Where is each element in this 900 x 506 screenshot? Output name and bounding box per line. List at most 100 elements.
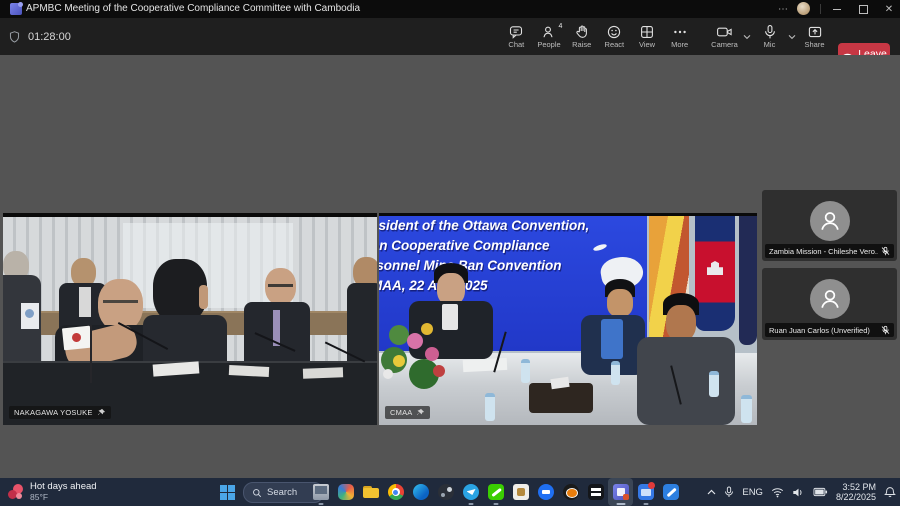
camera-label: Camera [711, 41, 738, 49]
notification-bell-icon[interactable] [884, 486, 896, 499]
mail-app-icon[interactable] [633, 478, 658, 506]
toolbar-share: Share [798, 20, 832, 53]
mic-icon [762, 24, 778, 40]
participant-tile-zambia[interactable]: Zambia Mission - Chileshe Vero... [762, 190, 897, 261]
video-feed-nakagawa[interactable]: NAKAGAWA YOSUKE [3, 213, 377, 425]
wifi-icon[interactable] [771, 487, 784, 498]
camera-icon [716, 24, 733, 40]
blue-pen-app-icon[interactable] [658, 478, 683, 506]
volume-icon[interactable] [792, 487, 805, 498]
file-explorer-icon[interactable] [358, 478, 383, 506]
react-button[interactable]: React [598, 20, 631, 53]
copilot-icon[interactable] [333, 478, 358, 506]
share-label: Share [804, 41, 824, 49]
avatar-circle [810, 279, 850, 319]
chat-button[interactable]: Chat [500, 20, 533, 53]
shield-icon [8, 30, 21, 44]
teams-meeting-window: APMBC Meeting of the Cooperative Complia… [0, 0, 900, 506]
people-button[interactable]: 4 People [533, 20, 566, 53]
raise-hand-icon [574, 24, 590, 40]
view-label: View [639, 41, 655, 49]
navy-flag [739, 213, 757, 345]
mic-muted-icon [881, 246, 890, 257]
pin-icon [416, 408, 425, 417]
weather-widget[interactable]: Hot days ahead 85°F [8, 478, 97, 506]
battery-icon[interactable] [813, 487, 828, 497]
taskbar-apps [308, 478, 683, 506]
more-button[interactable]: More [663, 20, 696, 53]
user-avatar[interactable] [797, 2, 810, 15]
person-silhouette [265, 268, 296, 305]
blender-icon[interactable] [558, 478, 583, 506]
banner-text: esident of the Ottawa Convention, on Coo… [379, 216, 589, 296]
video-name-label: CMAA [385, 406, 430, 419]
close-button[interactable]: ✕ [878, 0, 900, 18]
chrome-icon[interactable] [383, 478, 408, 506]
document-paper [463, 358, 508, 372]
water-bottle [611, 361, 620, 385]
mic-options-chevron-icon[interactable] [786, 20, 798, 53]
weather-temp: 85°F [30, 492, 97, 502]
react-smiley-icon [606, 24, 622, 40]
view-grid-icon [639, 24, 655, 40]
water-bottle [521, 359, 530, 383]
steam-icon[interactable] [433, 478, 458, 506]
weather-icon [8, 484, 24, 500]
title-bar: APMBC Meeting of the Cooperative Complia… [0, 0, 900, 18]
weather-headline: Hot days ahead [30, 482, 97, 492]
raise-label: Raise [572, 41, 591, 49]
video-feed-cmaa[interactable]: esident of the Ottawa Convention, on Coo… [379, 213, 757, 425]
view-button[interactable]: View [631, 20, 664, 53]
maximize-button[interactable] [852, 0, 874, 18]
start-button[interactable] [220, 485, 235, 500]
task-view-icon[interactable] [308, 478, 333, 506]
titlebar-more-icon[interactable]: ⋯ [772, 0, 794, 18]
camera-options-chevron-icon[interactable] [741, 20, 753, 53]
teams-app-icon[interactable] [608, 478, 633, 506]
video-name-label: NAKAGAWA YOSUKE [9, 406, 111, 419]
telegram-icon[interactable] [458, 478, 483, 506]
participant-name-bar: Ruan Juan Carlos (Unverified) [765, 323, 894, 337]
minimize-button[interactable] [826, 0, 848, 18]
share-button[interactable]: Share [798, 20, 831, 53]
titlebar-divider [820, 4, 821, 14]
meeting-timer: 01:28:00 [8, 18, 71, 55]
store-icon[interactable] [508, 478, 533, 506]
meeting-toolbar: 01:28:00 Chat 4 People Raise React [0, 18, 900, 56]
teams-logo-icon [10, 3, 22, 15]
people-count-badge: 4 [558, 23, 562, 30]
dropbox-icon[interactable] [533, 478, 558, 506]
tray-mic-icon[interactable] [724, 486, 734, 498]
meeting-title: APMBC Meeting of the Cooperative Complia… [26, 3, 360, 14]
search-icon [252, 488, 262, 498]
camera-button[interactable]: Camera [708, 20, 741, 53]
mic-label: Mic [764, 41, 776, 49]
toolbar-center-buttons: Chat 4 People Raise React View More [500, 20, 696, 53]
meeting-stage: NAKAGAWA YOSUKE esident of the Ottawa Co… [0, 55, 900, 478]
water-bottle [709, 371, 719, 397]
line-app-icon[interactable] [483, 478, 508, 506]
timer-value: 01:28:00 [28, 31, 71, 43]
capcut-icon[interactable] [583, 478, 608, 506]
hidden-icons-chevron-icon[interactable] [707, 489, 716, 496]
people-label: People [537, 41, 560, 49]
clock-time: 3:52 PM [842, 482, 876, 492]
taskbar-clock[interactable]: 3:52 PM 8/22/2025 [836, 482, 876, 502]
person-avatar-icon [817, 208, 843, 234]
participant-tile-ruan[interactable]: Ruan Juan Carlos (Unverified) [762, 268, 897, 340]
raise-hand-button[interactable]: Raise [565, 20, 598, 53]
system-tray: ENG 3:52 PM 8/22/2025 [707, 478, 896, 506]
mic-muted-icon [881, 325, 890, 336]
windows-taskbar: Hot days ahead 85°F Search [0, 478, 900, 506]
flower-bouquet [379, 317, 453, 397]
edge-icon[interactable] [408, 478, 433, 506]
water-bottle [741, 395, 752, 423]
participant-name: NAKAGAWA YOSUKE [14, 408, 93, 417]
participant-name: CMAA [390, 408, 412, 417]
language-indicator[interactable]: ENG [742, 487, 763, 498]
mic-button[interactable]: Mic [753, 20, 786, 53]
people-icon [541, 24, 557, 40]
participant-name: Ruan Juan Carlos (Unverified) [769, 326, 878, 335]
share-screen-icon [807, 24, 823, 40]
pin-icon [97, 408, 106, 417]
